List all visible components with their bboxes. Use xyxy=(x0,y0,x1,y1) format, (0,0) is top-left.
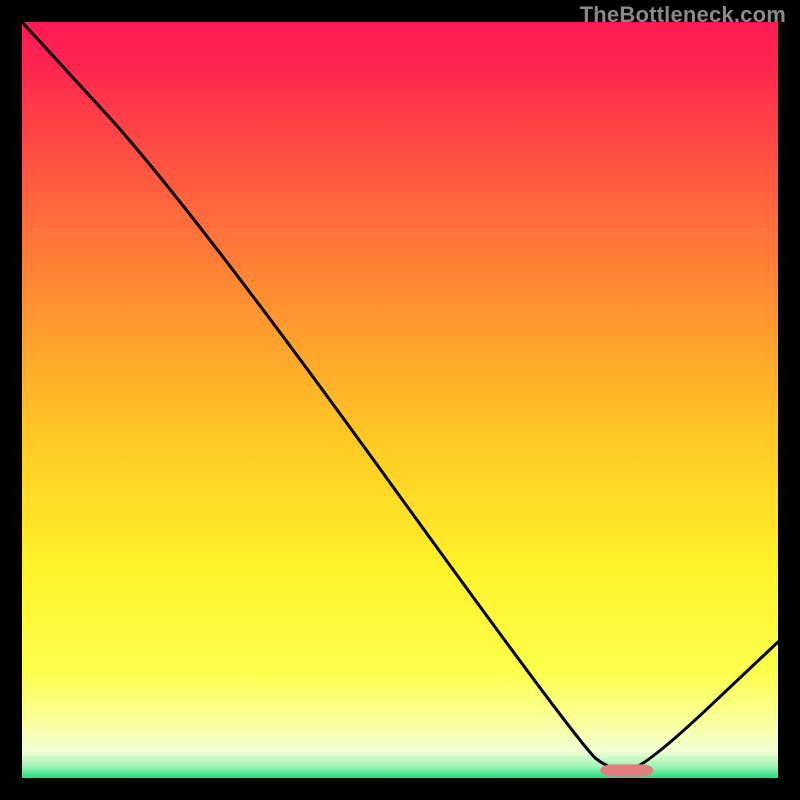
optimum-marker xyxy=(600,764,653,776)
plot-svg xyxy=(22,22,778,778)
plot-area xyxy=(22,22,778,778)
gradient-fill xyxy=(22,22,778,778)
watermark-text: TheBottleneck.com xyxy=(580,2,786,28)
